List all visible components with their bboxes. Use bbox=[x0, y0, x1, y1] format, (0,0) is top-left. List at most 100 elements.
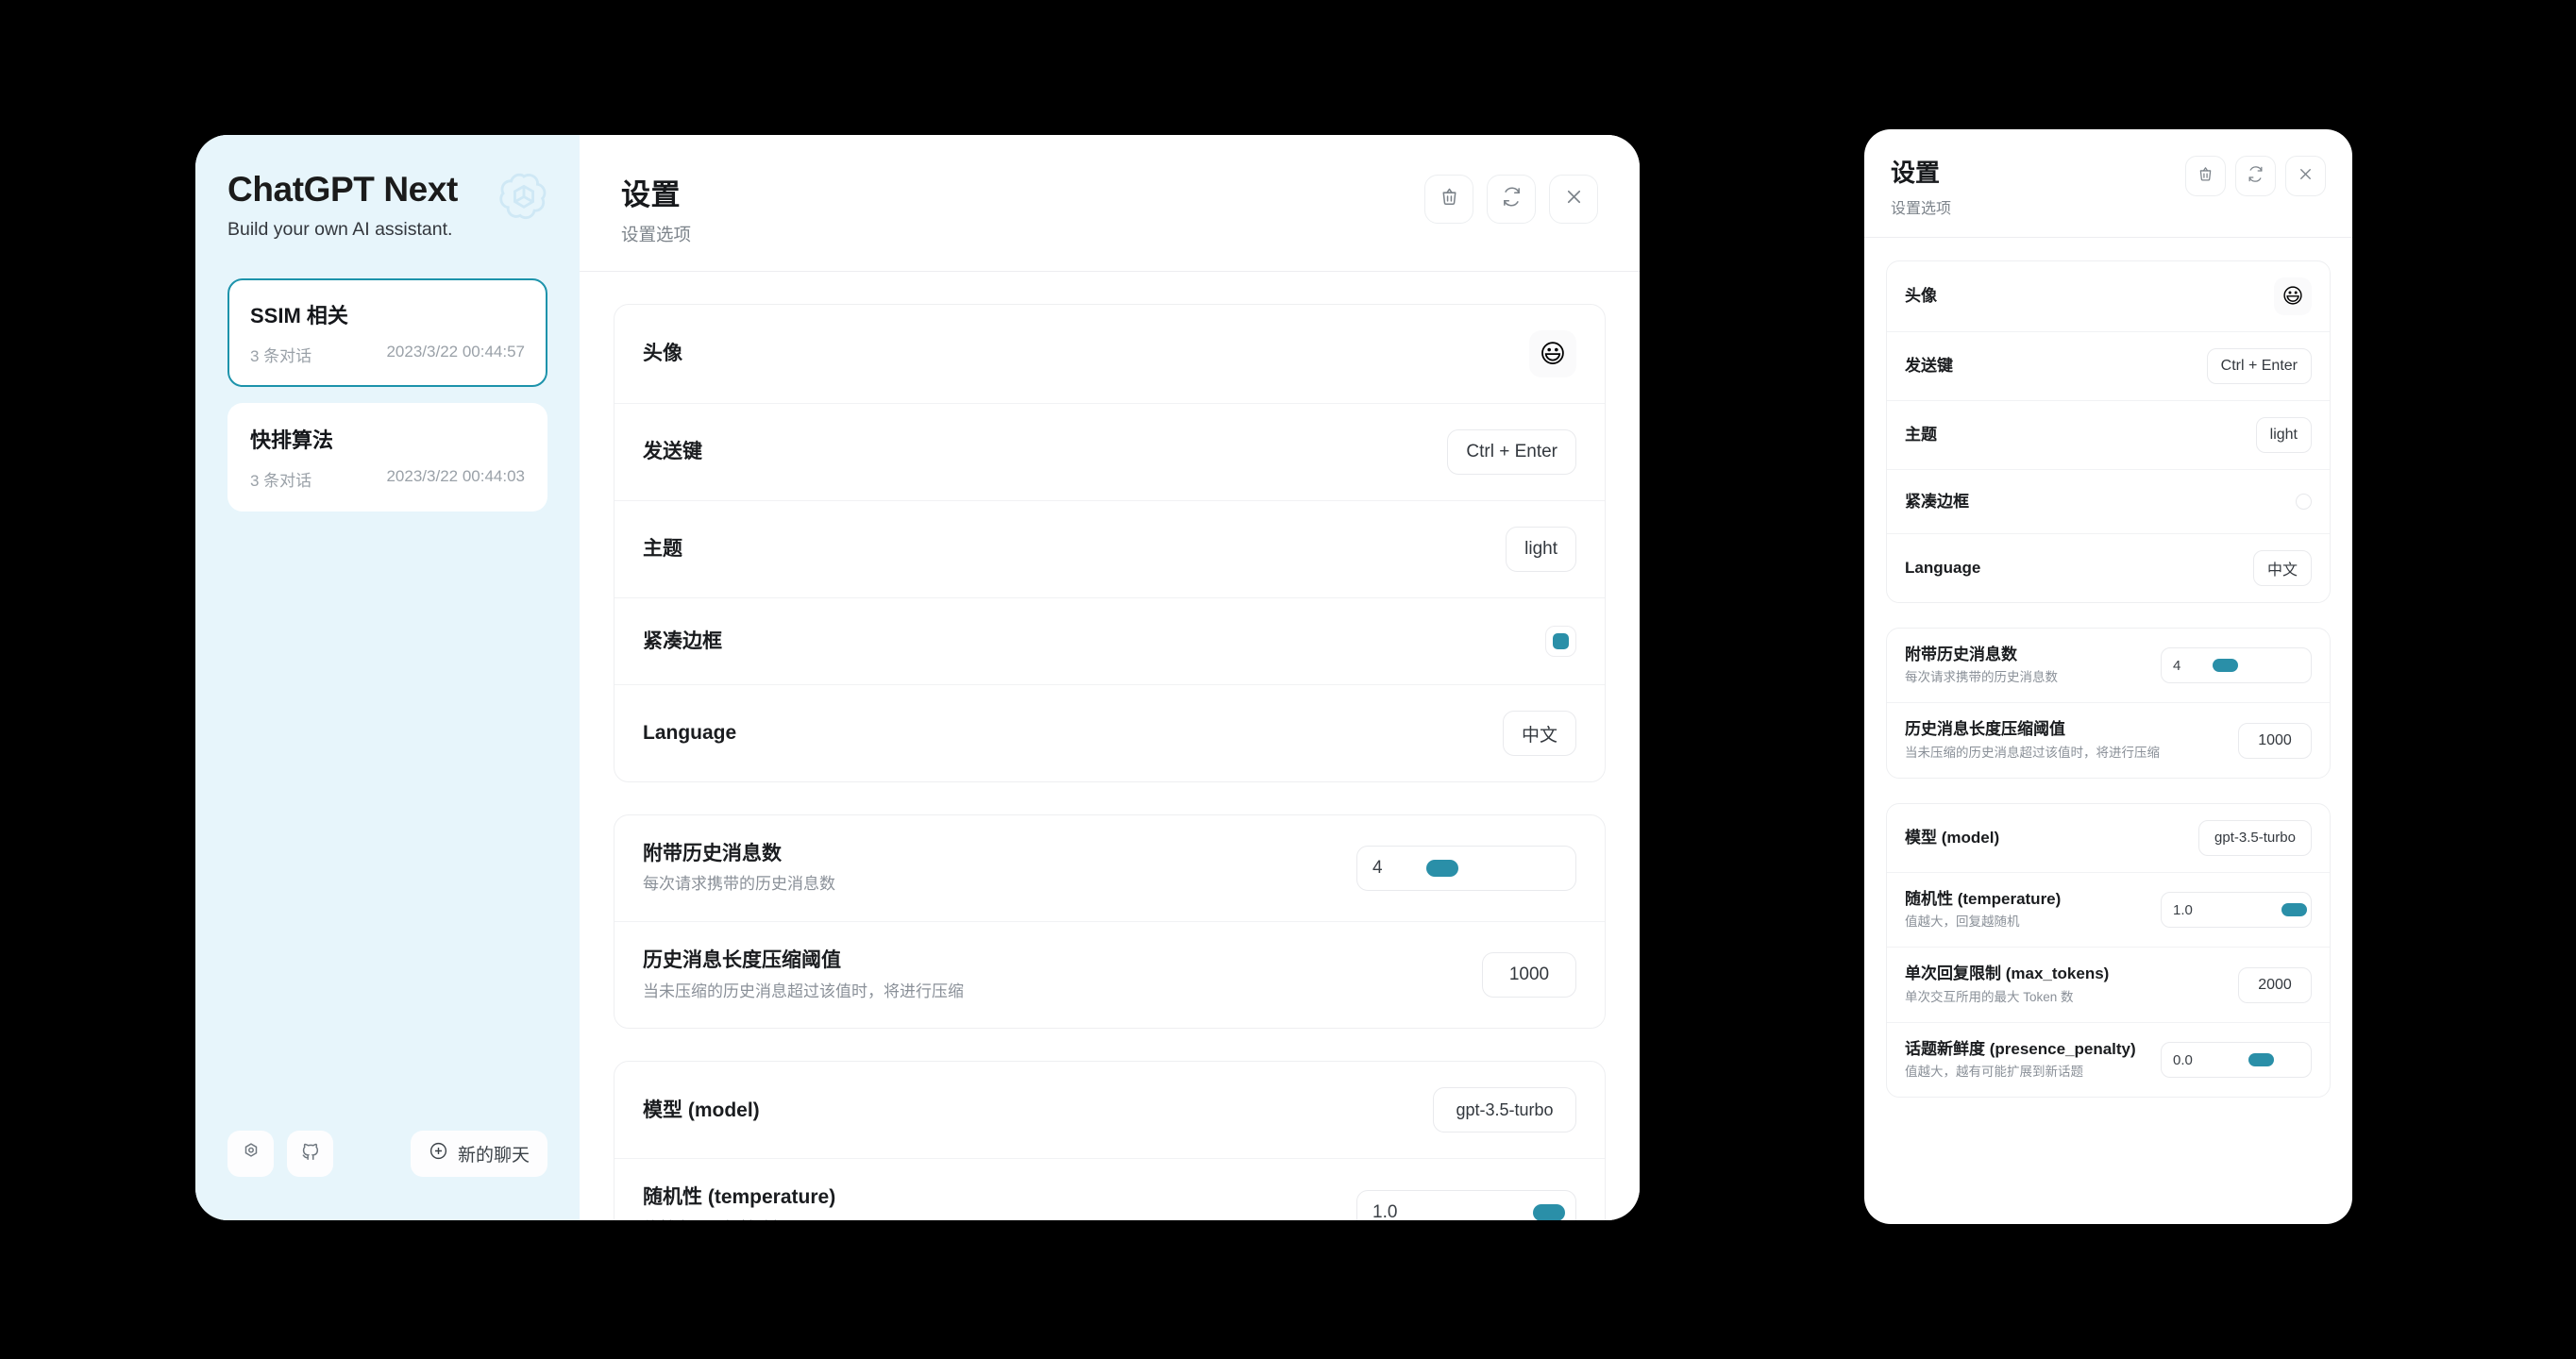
slider-thumb[interactable] bbox=[2281, 903, 2308, 917]
slider-value: 0.0 bbox=[2173, 1051, 2193, 1068]
mobile-send-key-select[interactable]: Ctrl + Enter bbox=[2206, 348, 2312, 384]
chat-timestamp: 2023/3/22 00:44:03 bbox=[386, 466, 525, 485]
theme-select[interactable]: light bbox=[1506, 527, 1576, 572]
setting-row-temperature: 随机性 (temperature) 值越大，回复越随机 1.0 bbox=[615, 1159, 1605, 1220]
settings-pane: 设置 设置选项 头像 😃 发送键 Ctrl + Enter 主题 light 紧… bbox=[580, 135, 1640, 1220]
refresh-icon bbox=[2247, 165, 2265, 188]
setting-label: 历史消息长度压缩阈值 bbox=[1905, 720, 2065, 739]
setting-row-compress-threshold: 历史消息长度压缩阈值 当未压缩的历史消息超过该值时，将进行压缩 1000 bbox=[615, 922, 1605, 1028]
setting-row-tight-border: 紧凑边框 bbox=[615, 598, 1605, 685]
setting-label: 话题新鲜度 (presence_penalty) bbox=[1905, 1039, 2136, 1058]
mobile-header-texts: 设置 设置选项 bbox=[1891, 154, 2185, 218]
mobile-setting-row-compress-threshold: 历史消息长度压缩阈值 当未压缩的历史消息超过该值时，将进行压缩 1000 bbox=[1887, 703, 2330, 777]
mobile-setting-row-avatar: 头像 😃 bbox=[1887, 261, 2330, 332]
setting-row-language: Language 中文 bbox=[615, 685, 1605, 781]
mobile-model-select[interactable]: gpt-3.5-turbo bbox=[2198, 819, 2312, 856]
mobile-header-actions bbox=[2185, 154, 2326, 196]
setting-label: Language bbox=[1905, 559, 1981, 578]
close-icon bbox=[1563, 186, 1585, 212]
sidebar: ChatGPT Next Build your own AI assistant… bbox=[195, 135, 580, 1220]
clear-all-button[interactable] bbox=[1424, 175, 1473, 224]
setting-row-theme: 主题 light bbox=[615, 501, 1605, 598]
send-key-select[interactable]: Ctrl + Enter bbox=[1447, 429, 1576, 475]
github-icon bbox=[300, 1141, 321, 1166]
setting-description: 值越大，回复越随机 bbox=[643, 1218, 1338, 1220]
chat-title: SSIM 相关 bbox=[250, 303, 348, 327]
mobile-settings-group-general: 头像 😃 发送键 Ctrl + Enter 主题 light 紧凑边框 Lang… bbox=[1886, 260, 2331, 603]
settings-button[interactable] bbox=[227, 1131, 274, 1177]
close-button[interactable] bbox=[1549, 175, 1598, 224]
tight-border-checkbox[interactable] bbox=[1545, 626, 1576, 657]
history-count-slider[interactable]: 4 bbox=[1356, 846, 1576, 892]
language-select[interactable]: 中文 bbox=[1502, 711, 1576, 756]
slider-track bbox=[1408, 860, 1560, 878]
mobile-compress-threshold-input[interactable]: 1000 bbox=[2238, 722, 2312, 759]
setting-label: Language bbox=[643, 722, 737, 745]
mobile-page-subtitle: 设置选项 bbox=[1891, 201, 1952, 217]
mobile-history-count-slider[interactable]: 4 bbox=[2161, 647, 2312, 684]
reset-button[interactable] bbox=[1487, 175, 1536, 224]
close-icon bbox=[2297, 165, 2315, 188]
mobile-presence-penalty-slider[interactable]: 0.0 bbox=[2161, 1042, 2312, 1079]
mobile-page-title: 设置 bbox=[1891, 159, 1941, 187]
chat-timestamp: 2023/3/22 00:44:57 bbox=[386, 342, 525, 361]
checkbox-fill bbox=[1553, 633, 1569, 649]
trash-icon bbox=[2197, 165, 2214, 188]
slider-thumb[interactable] bbox=[2248, 1053, 2274, 1067]
setting-description: 每次请求携带的历史消息数 bbox=[643, 875, 835, 894]
mobile-settings-group-model: 模型 (model) gpt-3.5-turbo 随机性 (temperatur… bbox=[1886, 802, 2331, 1099]
mobile-close-button[interactable] bbox=[2285, 156, 2326, 196]
setting-label: 主题 bbox=[1905, 426, 1937, 445]
mobile-max-tokens-input[interactable]: 2000 bbox=[2238, 966, 2312, 1003]
setting-label: 附带历史消息数 bbox=[1905, 646, 2017, 663]
desktop-app-window: ChatGPT Next Build your own AI assistant… bbox=[195, 135, 1640, 1220]
slider-thumb[interactable] bbox=[1426, 860, 1459, 878]
chat-meta: 3 条对话 2023/3/22 00:44:57 bbox=[250, 343, 525, 366]
chat-list-item-1[interactable]: 快排算法 3 条对话 2023/3/22 00:44:03 bbox=[227, 402, 547, 512]
chat-message-count: 3 条对话 bbox=[250, 471, 312, 490]
slider-thumb[interactable] bbox=[1533, 1203, 1566, 1220]
slider-thumb[interactable] bbox=[2213, 659, 2239, 673]
mobile-clear-all-button[interactable] bbox=[2185, 156, 2226, 196]
mobile-theme-select[interactable]: light bbox=[2255, 417, 2312, 453]
sidebar-footer: 新的聊天 bbox=[227, 1131, 547, 1177]
chat-list-item-0[interactable]: SSIM 相关 3 条对话 2023/3/22 00:44:57 bbox=[227, 277, 547, 387]
mobile-setting-row-language: Language 中文 bbox=[1887, 534, 2330, 602]
chat-list: SSIM 相关 3 条对话 2023/3/22 00:44:57 快排算法 3 … bbox=[227, 277, 547, 512]
mobile-tight-border-checkbox[interactable] bbox=[2296, 494, 2312, 510]
slider-track bbox=[2201, 659, 2299, 673]
setting-label: 头像 bbox=[643, 343, 682, 365]
avatar-emoji-button[interactable]: 😃 bbox=[1529, 330, 1576, 378]
mobile-temperature-slider[interactable]: 1.0 bbox=[2161, 892, 2312, 929]
mobile-reset-button[interactable] bbox=[2235, 156, 2276, 196]
mobile-setting-row-max-tokens: 单次回复限制 (max_tokens) 单次交互所用的最大 Token 数 20… bbox=[1887, 948, 2330, 1023]
gear-icon bbox=[241, 1141, 261, 1166]
mobile-language-select[interactable]: 中文 bbox=[2252, 550, 2312, 586]
setting-label: 历史消息长度压缩阈值 bbox=[643, 949, 841, 972]
setting-description: 值越大，越有可能扩展到新话题 bbox=[1905, 1065, 2083, 1080]
model-select[interactable]: gpt-3.5-turbo bbox=[1433, 1087, 1576, 1133]
setting-label: 随机性 (temperature) bbox=[1905, 889, 2062, 908]
settings-header-actions bbox=[1424, 171, 1598, 224]
mobile-setting-row-theme: 主题 light bbox=[1887, 401, 2330, 470]
temperature-slider[interactable]: 1.0 bbox=[1356, 1189, 1576, 1220]
setting-label: 附带历史消息数 bbox=[643, 843, 782, 864]
mobile-settings-header: 设置 设置选项 bbox=[1864, 129, 2352, 238]
setting-label: 头像 bbox=[1905, 287, 1937, 306]
new-chat-button[interactable]: 新的聊天 bbox=[410, 1131, 547, 1177]
setting-row-model: 模型 (model) gpt-3.5-turbo bbox=[615, 1062, 1605, 1160]
mobile-setting-row-history-count: 附带历史消息数 每次请求携带的历史消息数 4 bbox=[1887, 629, 2330, 704]
mobile-setting-row-send-key: 发送键 Ctrl + Enter bbox=[1887, 332, 2330, 401]
setting-label: 发送键 bbox=[1905, 357, 1953, 376]
setting-label: 发送键 bbox=[643, 441, 702, 463]
setting-row-history-count: 附带历史消息数 每次请求携带的历史消息数 4 bbox=[615, 815, 1605, 923]
compress-threshold-input[interactable]: 1000 bbox=[1482, 952, 1576, 998]
brand-block: ChatGPT Next Build your own AI assistant… bbox=[227, 170, 547, 241]
page-title: 设置 bbox=[621, 178, 681, 211]
setting-label: 紧凑边框 bbox=[1905, 492, 1969, 511]
slider-value: 1.0 bbox=[2173, 901, 2193, 918]
plus-circle-icon bbox=[429, 1141, 448, 1166]
github-button[interactable] bbox=[287, 1131, 333, 1177]
mobile-avatar-emoji-button[interactable]: 😃 bbox=[2274, 277, 2312, 315]
setting-label: 单次回复限制 (max_tokens) bbox=[1905, 965, 2110, 983]
